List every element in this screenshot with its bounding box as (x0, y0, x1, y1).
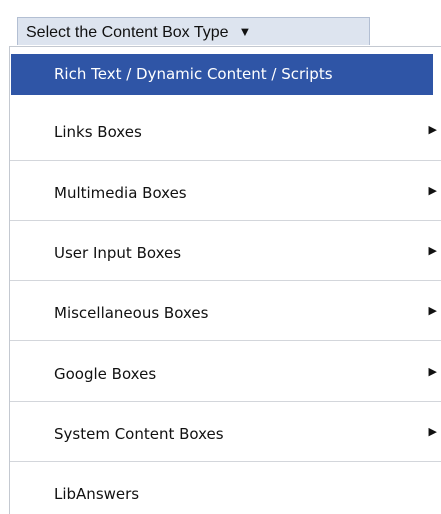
menu-item-label: Links Boxes (54, 123, 142, 141)
menu-divider (10, 220, 441, 221)
menu-item-system-content-boxes[interactable]: System Content Boxes ▶ (10, 425, 441, 443)
menu-item-label: User Input Boxes (54, 244, 182, 262)
menu-item-user-input-boxes[interactable]: User Input Boxes ▶ (10, 244, 441, 262)
menu-divider (10, 401, 441, 402)
menu-divider (10, 461, 441, 462)
menu-item-miscellaneous-boxes[interactable]: Miscellaneous Boxes ▶ (10, 304, 441, 322)
menu-item-links-boxes[interactable]: Links Boxes ▶ (10, 123, 441, 141)
submenu-arrow-icon: ▶ (428, 425, 437, 438)
submenu-arrow-icon: ▶ (428, 123, 437, 136)
submenu-arrow-icon: ▶ (428, 365, 437, 378)
submenu-arrow-icon: ▶ (428, 244, 437, 257)
menu-item-label: Rich Text / Dynamic Content / Scripts (54, 65, 333, 83)
menu-divider (10, 160, 441, 161)
menu-item-libanswers[interactable]: LibAnswers (10, 485, 441, 503)
menu-item-rich-text[interactable]: Rich Text / Dynamic Content / Scripts (11, 54, 433, 95)
menu-item-label: Google Boxes (54, 365, 157, 383)
menu-divider (10, 280, 441, 281)
menu-item-label: Miscellaneous Boxes (54, 304, 209, 322)
menu-item-label: System Content Boxes (54, 425, 224, 443)
submenu-arrow-icon: ▶ (428, 304, 437, 317)
menu-item-multimedia-boxes[interactable]: Multimedia Boxes ▶ (10, 184, 441, 202)
content-box-type-menu: Rich Text / Dynamic Content / Scripts Li… (9, 46, 441, 514)
menu-divider (10, 340, 441, 341)
menu-item-label: Multimedia Boxes (54, 184, 187, 202)
content-box-type-dropdown[interactable]: Select the Content Box Type ▼ (17, 17, 370, 45)
caret-down-icon: ▼ (238, 24, 252, 39)
dropdown-label: Select the Content Box Type (26, 24, 229, 41)
menu-item-google-boxes[interactable]: Google Boxes ▶ (10, 365, 441, 383)
menu-item-label: LibAnswers (54, 485, 140, 503)
submenu-arrow-icon: ▶ (428, 184, 437, 197)
